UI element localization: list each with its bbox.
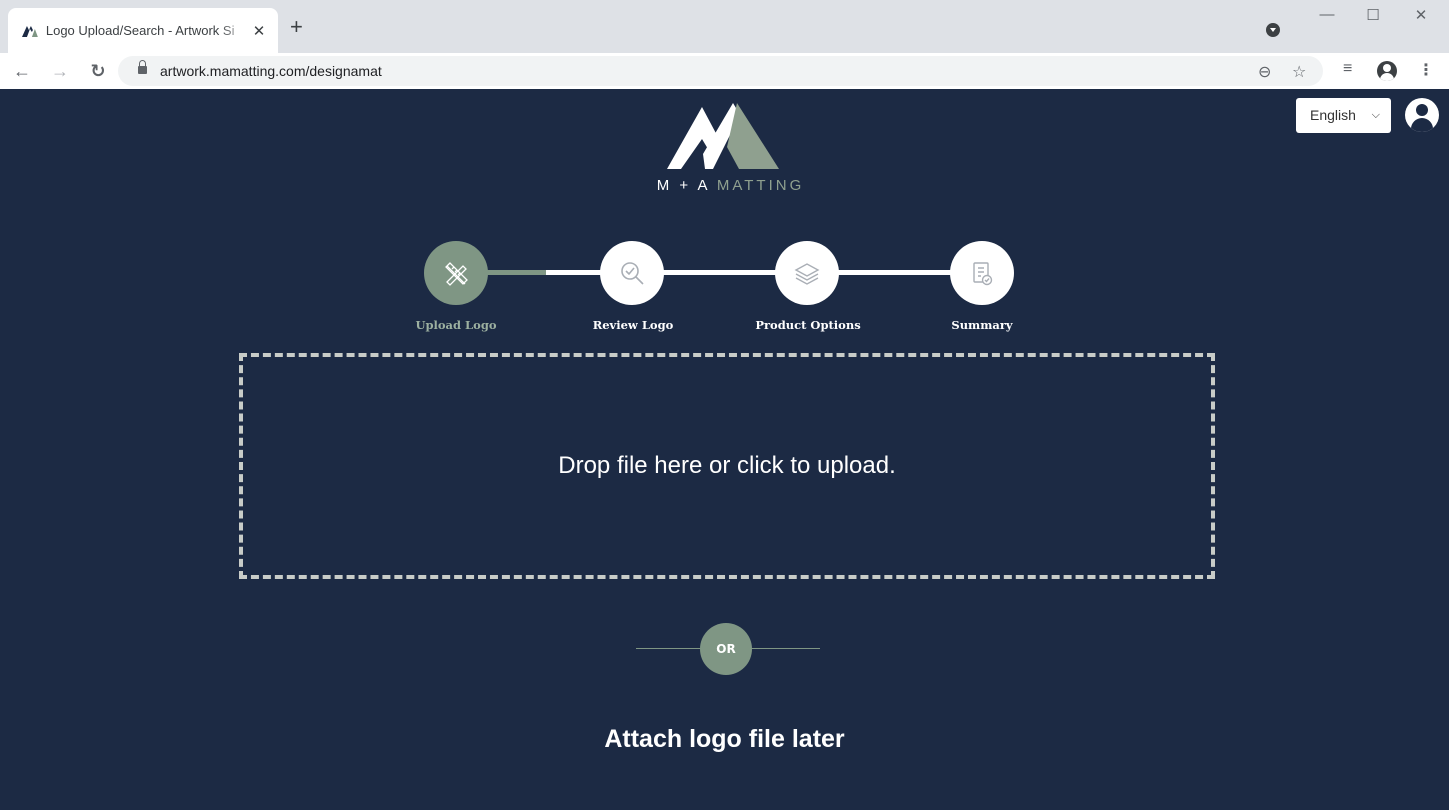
brand-wordmark-primary: M + A: [656, 177, 710, 194]
step-label-summary: Summary: [951, 318, 1013, 332]
layers-icon: [794, 263, 820, 285]
brand-wordmark: M + A MATTING: [643, 177, 818, 194]
attach-later-link[interactable]: Attach logo file later: [0, 725, 1449, 754]
clipboard-check-icon: [973, 262, 993, 286]
maximize-button[interactable]: ☐: [1358, 6, 1388, 24]
reload-icon[interactable]: ↻: [86, 59, 110, 83]
brand-wordmark-secondary: MATTING: [716, 177, 805, 194]
browser-toolbar: ← → ↻ artwork.mamatting.com/designamat ⊖…: [0, 53, 1449, 89]
menu-icon[interactable]: ⋮: [1418, 60, 1434, 80]
tab-title: Logo Upload/Search - Artwork Si: [45, 23, 235, 38]
language-value: English: [1310, 107, 1356, 123]
step-upload-logo[interactable]: [424, 241, 488, 305]
minimize-button[interactable]: —: [1312, 6, 1342, 23]
tab-close-icon[interactable]: ✕: [250, 22, 268, 40]
zoom-icon[interactable]: ⊖: [1258, 62, 1271, 82]
url-text[interactable]: artwork.mamatting.com/designamat: [160, 63, 382, 79]
step-label-review-logo: Review Logo: [592, 318, 674, 332]
or-badge: OR: [700, 623, 752, 675]
browser-tabstrip: Logo Upload/Search - Artwork Si ✕ + — ☐ …: [0, 0, 1449, 53]
magnify-check-icon: [621, 262, 644, 285]
site-favicon-icon: [22, 25, 38, 37]
step-summary[interactable]: [950, 241, 1014, 305]
step-label-upload-logo: Upload Logo: [415, 318, 497, 332]
language-select[interactable]: English ⌵: [1296, 98, 1391, 133]
user-account-icon[interactable]: [1405, 98, 1439, 132]
star-icon[interactable]: ☆: [1292, 62, 1306, 82]
attach-later-label[interactable]: Attach logo file later: [604, 725, 844, 753]
profile-icon[interactable]: [1377, 61, 1397, 81]
step-label-product-options: Product Options: [755, 318, 861, 332]
pencil-ruler-icon: [445, 262, 468, 286]
address-bar[interactable]: artwork.mamatting.com/designamat ⊖ ☆: [118, 56, 1323, 86]
browser-tab[interactable]: Logo Upload/Search - Artwork Si ✕: [8, 8, 278, 53]
file-dropzone[interactable]: Drop file here or click to upload.: [239, 353, 1215, 579]
reading-list-icon[interactable]: ≡: [1343, 60, 1352, 78]
back-icon[interactable]: ←: [10, 59, 34, 83]
dropzone-instructions: Drop file here or click to upload.: [558, 452, 896, 479]
chevron-down-icon: ⌵: [1371, 109, 1380, 121]
progress-stepper: Upload Logo Review Logo Product Options …: [0, 239, 1449, 339]
page-content: English ⌵ M + A MATTING Upload Logo Revi…: [0, 89, 1449, 810]
step-product-options[interactable]: [775, 241, 839, 305]
forward-icon[interactable]: →: [48, 59, 72, 83]
divider-line-right: [740, 648, 820, 649]
brand-logo-mark-icon: [667, 103, 779, 169]
new-tab-button[interactable]: +: [290, 16, 303, 38]
tab-search-icon[interactable]: [1266, 23, 1280, 37]
close-window-button[interactable]: ✕: [1406, 6, 1436, 24]
brand-logo[interactable]: M + A MATTING: [655, 97, 801, 197]
lock-icon[interactable]: [138, 60, 147, 74]
step-review-logo[interactable]: [600, 241, 664, 305]
